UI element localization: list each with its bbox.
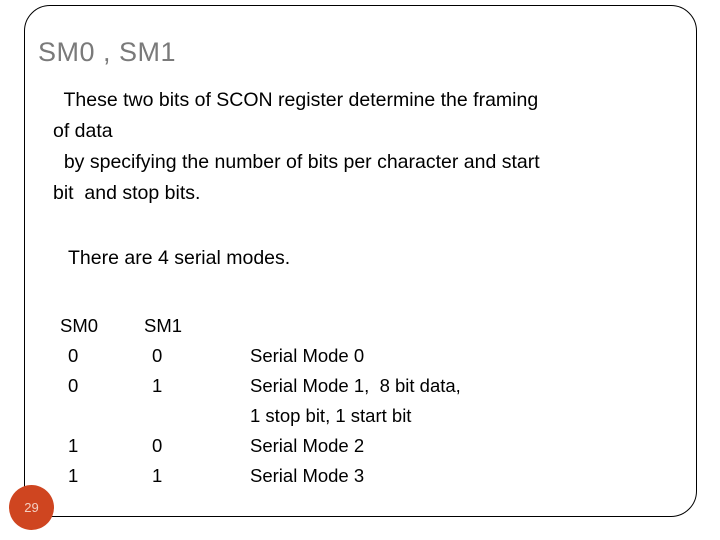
cell-sm0: 1 [68,465,79,486]
table-header-sm0: SM0 [60,315,99,336]
cell-sm0: 0 [68,345,79,366]
serial-modes-note: There are 4 serial modes. [68,247,291,269]
cell-sm0: 1 [68,435,79,456]
cell-sm0: 0 [68,375,79,396]
cell-sm1: 1 [152,465,163,486]
body-line: bit and stop bits. [53,182,201,204]
cell-description: 1 stop bit, 1 start bit [250,405,412,426]
cell-sm1: 0 [152,345,163,366]
slide-canvas: SM0 , SM1 These two bits of SCON registe… [0,0,720,540]
cell-description: Serial Mode 0 [250,345,365,366]
page-number-label: 29 [24,500,39,515]
serial-modes-table: SM0 SM1 0 0 Serial Mode 0 0 1 Serial Mod… [60,311,620,491]
body-line: of data [53,120,113,142]
table-row: 1 1 Serial Mode 3 [60,461,620,491]
body-paragraph: These two bits of SCON register determin… [53,85,678,209]
table-row-continuation: 1 stop bit, 1 start bit [60,401,620,431]
table-row: 0 1 Serial Mode 1, 8 bit data, [60,371,620,401]
page-number-badge: 29 [9,485,54,530]
page-title: SM0 , SM1 [38,37,177,67]
cell-sm1: 1 [152,375,163,396]
body-line: by specifying the number of bits per cha… [53,151,540,173]
cell-description: Serial Mode 2 [250,435,365,456]
table-row: 1 0 Serial Mode 2 [60,431,620,461]
table-header-row: SM0 SM1 [60,311,620,341]
cell-description: Serial Mode 1, 8 bit data, [250,375,461,396]
table-row: 0 0 Serial Mode 0 [60,341,620,371]
cell-sm1: 0 [152,435,163,456]
body-line: These two bits of SCON register determin… [53,89,539,111]
table-header-sm1: SM1 [144,315,183,336]
cell-description: Serial Mode 3 [250,465,365,486]
